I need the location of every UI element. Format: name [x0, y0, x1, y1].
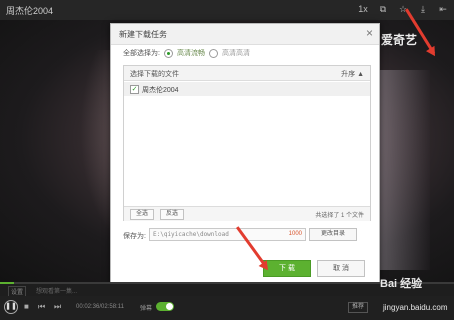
dialog-title: 新建下载任务: [119, 30, 167, 39]
window-title: 周杰伦2004: [6, 6, 54, 16]
time-display: 00:02:36/02:58:11: [76, 304, 124, 310]
file-row[interactable]: ✓ 周杰伦2004: [124, 82, 370, 96]
baidu-url-watermark: jingyan.baidu.com: [383, 303, 448, 312]
iqiyi-watermark: 爱奇艺: [381, 33, 418, 47]
file-list-box: 选择下载的文件 升序 ▲ ✓ 周杰伦2004 全选 反选 共选择了 1 个文件: [123, 65, 371, 221]
radio-option-2[interactable]: [208, 48, 218, 58]
close-icon[interactable]: ×: [366, 26, 373, 40]
quality-select-row: 全部选择为: 高清流畅 高清高清: [123, 48, 250, 58]
save-as-label: 保存为:: [123, 233, 146, 240]
file-name: 周杰伦2004: [142, 87, 179, 94]
speed-icon[interactable]: 1x: [356, 2, 370, 16]
radio-option-1[interactable]: [163, 48, 173, 58]
sort-ascending-button[interactable]: 升序 ▲: [341, 69, 364, 79]
dialog-titlebar: 新建下载任务 ×: [111, 24, 379, 45]
danmaku-label: 弹幕: [140, 306, 153, 312]
back-icon[interactable]: ⇤: [436, 2, 450, 16]
select-all-button[interactable]: 全选: [130, 209, 155, 220]
save-size-value: 1000: [288, 231, 302, 237]
invert-selection-button[interactable]: 反选: [160, 209, 185, 220]
prev-icon[interactable]: ⏮: [38, 302, 45, 312]
top-icon-bar: 1x ⧉ ☆ ⤓ ⇤: [356, 2, 450, 16]
radio-option-1-label[interactable]: 高清流畅: [177, 48, 205, 58]
tip-text: 想观看第一集...: [36, 289, 78, 295]
radio-option-2-label[interactable]: 高清高清: [222, 48, 250, 58]
cancel-button[interactable]: 取 消: [317, 260, 365, 277]
file-list-header: 选择下载的文件 升序 ▲: [124, 66, 370, 81]
next-icon[interactable]: ⏭: [54, 302, 61, 312]
danmaku-toggle[interactable]: [156, 302, 174, 311]
file-list-footer: 全选 反选 共选择了 1 个文件: [124, 206, 370, 221]
save-path-value: E:\qiyicache\download: [153, 231, 229, 238]
crop-icon[interactable]: ⧉: [376, 2, 390, 16]
download-icon[interactable]: ⤓: [416, 2, 430, 16]
selected-count: 共选择了 1 个文件: [315, 213, 364, 219]
recommend-button[interactable]: 推荐: [348, 302, 369, 313]
baidu-watermark: Bai 经验: [380, 278, 423, 290]
new-download-dialog: 新建下载任务 × 全部选择为: 高清流畅 高清高清 选择下载的文件 升序 ▲ ✓…: [110, 23, 380, 285]
save-path-field[interactable]: E:\qiyicache\download 1000: [149, 228, 306, 241]
window-titlebar: 周杰伦2004 1x ⧉ ☆ ⤓ ⇤: [0, 0, 454, 20]
file-list-header-label: 选择下载的文件: [130, 71, 179, 78]
change-directory-button[interactable]: 更改目录: [309, 228, 357, 241]
file-checkbox[interactable]: ✓: [130, 85, 139, 94]
stop-icon[interactable]: ■: [24, 302, 29, 311]
pause-button[interactable]: ❚❚: [4, 300, 18, 314]
select-label: 全部选择为:: [123, 50, 160, 57]
